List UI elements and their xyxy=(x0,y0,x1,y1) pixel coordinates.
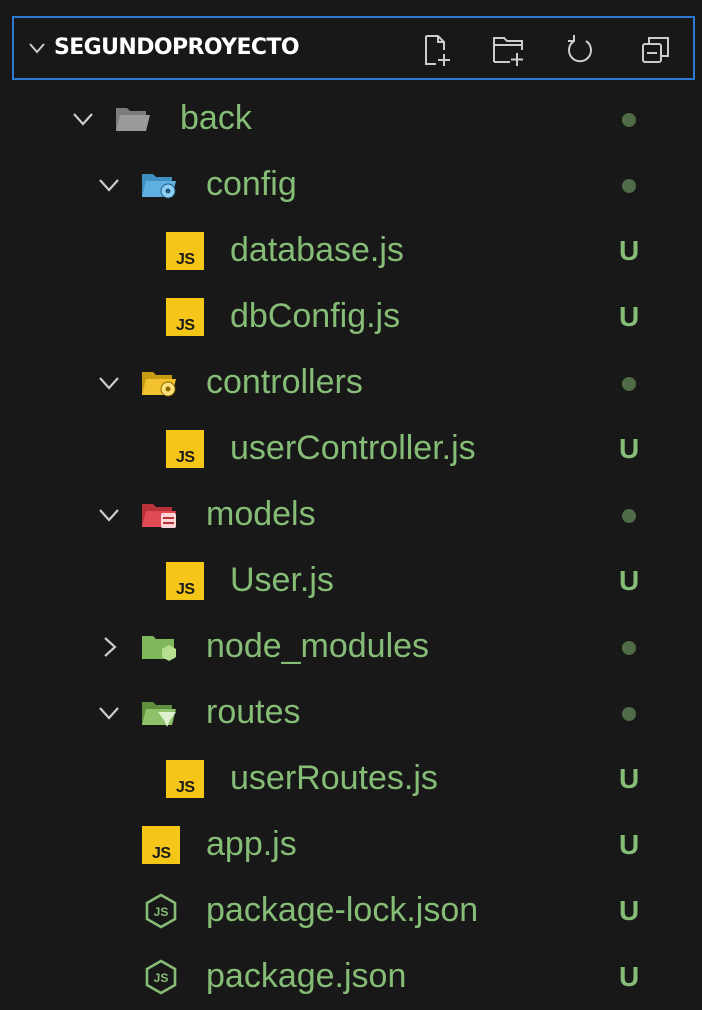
untracked-badge: U xyxy=(619,829,640,860)
tree-item-label: node_modules xyxy=(206,627,430,665)
tree-item-label: package-lock.json xyxy=(206,891,479,929)
untracked-badge: U xyxy=(619,895,640,926)
npm-json-icon-text: JS xyxy=(154,905,169,919)
untracked-badge: U xyxy=(619,235,640,266)
tree-item-models[interactable]: models xyxy=(0,482,702,548)
folder-models-icon xyxy=(142,504,176,528)
chevron-down-icon[interactable] xyxy=(26,37,48,59)
collapse-all-icon[interactable] xyxy=(638,32,674,68)
modified-indicator-dot xyxy=(622,113,636,127)
tree-item-usercontroller-js[interactable]: JS userController.js U xyxy=(0,416,702,482)
modified-indicator-dot xyxy=(622,509,636,523)
tree-item-routes[interactable]: routes xyxy=(0,680,702,746)
tree-item-package-json[interactable]: JS package.json U xyxy=(0,944,702,1010)
modified-indicator-dot xyxy=(622,641,636,655)
tree-item-label: config xyxy=(206,165,297,203)
javascript-file-icon: JS xyxy=(142,826,180,864)
file-explorer: SEGUNDOPROYECTO back config JS database.… xyxy=(0,0,702,1010)
tree-item-label: routes xyxy=(206,693,301,731)
untracked-badge: U xyxy=(619,433,640,464)
folder-controller-icon xyxy=(142,372,176,397)
untracked-badge: U xyxy=(619,565,640,596)
javascript-file-icon: JS xyxy=(166,430,204,468)
chevron-down-icon[interactable] xyxy=(96,502,122,528)
chevron-down-icon[interactable] xyxy=(96,172,122,198)
modified-indicator-dot xyxy=(622,707,636,721)
workspace-title: SEGUNDOPROYECTO xyxy=(54,35,300,60)
chevron-down-icon[interactable] xyxy=(96,700,122,726)
tree-item-label: models xyxy=(206,495,316,533)
tree-item-label: dbConfig.js xyxy=(230,297,401,335)
npm-json-file-icon: JS xyxy=(145,959,177,995)
untracked-badge: U xyxy=(619,961,640,992)
chevron-down-icon[interactable] xyxy=(96,370,122,396)
folder-node-icon xyxy=(142,636,176,661)
npm-json-icon-text: JS xyxy=(154,971,169,985)
tree-item-back[interactable]: back xyxy=(0,86,702,152)
tree-item-app-js[interactable]: JS app.js U xyxy=(0,812,702,878)
tree-item-label: controllers xyxy=(206,363,363,401)
modified-indicator-dot xyxy=(622,179,636,193)
new-folder-icon[interactable] xyxy=(490,32,526,68)
npm-json-file-icon: JS xyxy=(145,893,177,929)
untracked-badge: U xyxy=(619,763,640,794)
chevron-down-icon[interactable] xyxy=(70,106,96,132)
tree-item-label: package.json xyxy=(206,957,407,995)
modified-indicator-dot xyxy=(622,377,636,391)
tree-item-userroutes-js[interactable]: JS userRoutes.js U xyxy=(0,746,702,812)
javascript-file-icon: JS xyxy=(166,760,204,798)
tree-item-controllers[interactable]: controllers xyxy=(0,350,702,416)
javascript-file-icon: JS xyxy=(166,298,204,336)
folder-open-icon xyxy=(116,108,150,131)
tree-item-database-js[interactable]: JS database.js U xyxy=(0,218,702,284)
tree-item-label: database.js xyxy=(230,231,404,269)
new-file-icon[interactable] xyxy=(418,32,454,68)
tree-item-label: User.js xyxy=(230,561,334,599)
folder-config-icon xyxy=(142,174,176,199)
refresh-icon[interactable] xyxy=(562,32,598,68)
javascript-file-icon: JS xyxy=(166,562,204,600)
explorer-header[interactable]: SEGUNDOPROYECTO xyxy=(12,16,695,80)
tree-item-package-lock-json[interactable]: JS package-lock.json U xyxy=(0,878,702,944)
tree-item-node-modules[interactable]: node_modules xyxy=(0,614,702,680)
untracked-badge: U xyxy=(619,301,640,332)
tree-item-label: userController.js xyxy=(230,429,476,467)
javascript-file-icon: JS xyxy=(166,232,204,270)
tree-item-config[interactable]: config xyxy=(0,152,702,218)
tree-item-dbconfig-js[interactable]: JS dbConfig.js U xyxy=(0,284,702,350)
tree-item-user-js[interactable]: JS User.js U xyxy=(0,548,702,614)
tree-item-label: userRoutes.js xyxy=(230,759,438,797)
chevron-right-icon[interactable] xyxy=(96,634,122,660)
tree-item-label: back xyxy=(180,99,252,137)
folder-routes-icon xyxy=(142,702,176,727)
tree-item-label: app.js xyxy=(206,825,297,863)
